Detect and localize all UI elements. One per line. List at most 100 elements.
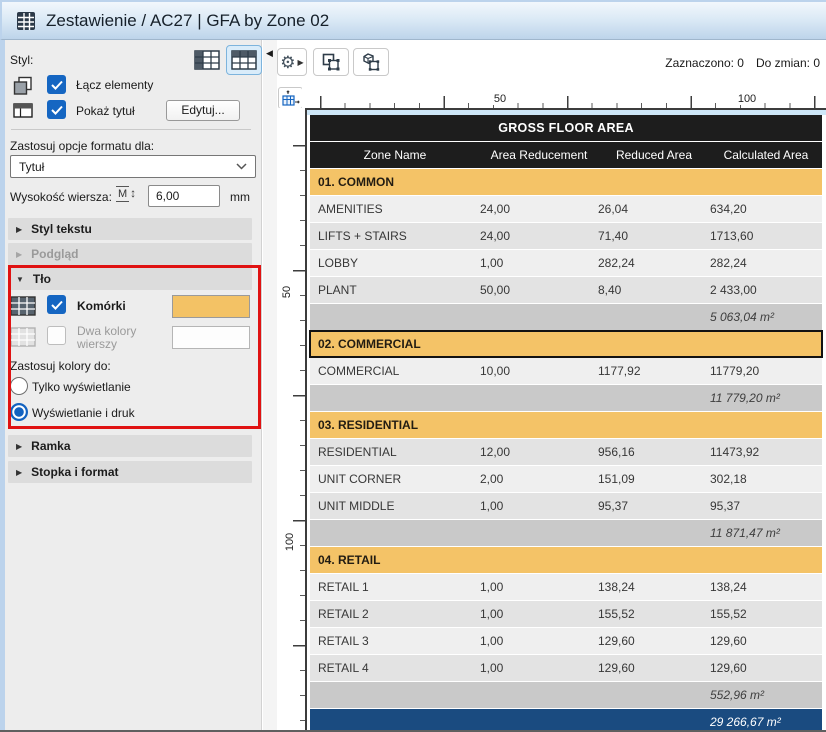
cell: 1,00: [480, 634, 504, 648]
row-height-input[interactable]: 6,00: [148, 185, 220, 207]
scheme-settings-button[interactable]: ⚙ ▶: [277, 48, 307, 76]
table-row[interactable]: UNIT MIDDLE 1,00 95,37 95,37: [310, 493, 822, 519]
section-row[interactable]: 04. RETAIL: [310, 547, 822, 573]
two-colors-line2: wierszy: [77, 337, 118, 351]
table-arrows-icon: [282, 89, 300, 106]
display-only-radio[interactable]: [10, 377, 28, 395]
section-footer-label: Stopka i format: [31, 465, 119, 479]
section-row[interactable]: 03. RESIDENTIAL: [310, 412, 822, 438]
section-background[interactable]: ▼ Tło: [8, 268, 252, 290]
expand-arrow-icon: ▶: [16, 224, 23, 234]
format-target-dropdown[interactable]: Tytuł: [10, 155, 256, 178]
section-label: 02. COMMERCIAL: [318, 337, 421, 351]
cell: 24,00: [480, 202, 511, 216]
table-row[interactable]: RETAIL 2 1,00 155,52 155,52: [310, 601, 822, 627]
cell: 155,52: [598, 607, 635, 621]
section-row[interactable]: 01. COMMON: [310, 169, 822, 195]
section-row-selected[interactable]: 02. COMMERCIAL: [309, 330, 823, 358]
table-row[interactable]: RETAIL 4 1,00 129,60 129,60: [310, 655, 822, 681]
edit-title-button[interactable]: Edytuj...: [166, 100, 240, 121]
cell: 12,00: [480, 445, 511, 459]
horizontal-ruler[interactable]: 50 100: [302, 84, 826, 108]
expand-arrow-icon: ▶: [16, 467, 23, 477]
cell: 1,00: [480, 607, 504, 621]
section-footer[interactable]: ▶ Stopka i format: [8, 461, 252, 483]
cell: 634,20: [710, 202, 747, 216]
cell: 129,60: [710, 634, 747, 648]
table-row[interactable]: LOBBY 1,00 282,24 282,24: [310, 250, 822, 276]
section-preview-label: Podgląd: [31, 247, 79, 261]
vertical-ruler[interactable]: 50 100: [277, 108, 305, 730]
table-header-row[interactable]: Zone Name Area Reducement Reduced Area C…: [310, 142, 822, 168]
grand-total-value: 29 266,67 m²: [710, 715, 781, 729]
expand-arrow-icon: ▶: [16, 441, 23, 451]
cell: RESIDENTIAL: [318, 445, 397, 459]
style-compact-button[interactable]: [189, 45, 225, 75]
cell: 956,16: [598, 445, 635, 459]
section-label: 03. RESIDENTIAL: [318, 418, 419, 432]
cell-color-swatch[interactable]: [172, 295, 250, 318]
caret-right-icon: ▶: [297, 57, 304, 67]
table-row[interactable]: UNIT CORNER 2,00 151,09 302,18: [310, 466, 822, 492]
cell: COMMERCIAL: [318, 364, 400, 378]
schedule-window: Zestawienie / AC27 | GFA by Zone 02 Styl…: [0, 0, 826, 732]
title-bar[interactable]: Zestawienie / AC27 | GFA by Zone 02: [0, 0, 826, 40]
display-print-radio[interactable]: [10, 403, 28, 421]
cell: 71,40: [598, 229, 629, 243]
display-print-label: Wyświetlanie i druk: [32, 406, 135, 420]
collapse-panel-icon[interactable]: ◀: [266, 48, 273, 59]
table-row[interactable]: PLANT 50,00 8,40 2 433,00: [310, 277, 822, 303]
select-elements-icon: [322, 53, 340, 71]
cell: LOBBY: [318, 256, 359, 270]
cell: PLANT: [318, 283, 357, 297]
subtotal-row[interactable]: 552,96 m²: [310, 682, 822, 708]
cells-label: Komórki: [77, 299, 126, 313]
section-text-style[interactable]: ▶ Styl tekstu: [8, 218, 252, 240]
subtotal-row[interactable]: 11 779,20 m²: [310, 385, 822, 411]
ruler-origin-button[interactable]: [278, 87, 303, 109]
ruler-label: 100: [734, 93, 760, 105]
ruler-label: 50: [281, 283, 294, 301]
panel-divider: [11, 129, 251, 130]
cell: 282,24: [710, 256, 747, 270]
section-preview[interactable]: ▶ Podgląd: [8, 243, 252, 265]
editable-count: Do zmian: 0: [755, 56, 820, 70]
grand-total-row[interactable]: 29 266,67 m²: [310, 709, 822, 730]
col-header: Reduced Area: [615, 148, 693, 162]
table-row[interactable]: RESIDENTIAL 12,00 956,16 11473,92: [310, 439, 822, 465]
cell: 282,24: [598, 256, 635, 270]
select-in-3d-icon: [363, 53, 380, 71]
schedule-table-icon: [17, 11, 35, 30]
show-title-checkbox[interactable]: [47, 100, 66, 119]
collapse-arrow-icon: ▼: [16, 274, 24, 284]
two-colors-checkbox[interactable]: [47, 326, 66, 345]
subtotal-row[interactable]: 11 871,47 m²: [310, 520, 822, 546]
table-row[interactable]: RETAIL 1 1,00 138,24 138,24: [310, 574, 822, 600]
selected-count: Zaznaczono: 0: [665, 56, 744, 70]
cells-checkbox[interactable]: [47, 295, 66, 314]
display-only-label: Tylko wyświetlanie: [32, 380, 131, 394]
table-title-row[interactable]: GROSS FLOOR AREA: [310, 115, 822, 141]
table-row[interactable]: RETAIL 3 1,00 129,60 129,60: [310, 628, 822, 654]
chevron-down-icon: [236, 163, 247, 170]
cell: 138,24: [710, 580, 747, 594]
table-row[interactable]: COMMERCIAL 10,00 1177,92 11779,20: [310, 358, 822, 384]
two-colors-grid-icon: [10, 327, 36, 347]
link-elements-checkbox[interactable]: [47, 75, 66, 94]
two-colors-swatch[interactable]: [172, 326, 250, 349]
subtotal-row[interactable]: 5 063,04 m²: [310, 304, 822, 330]
subtotal-value: 11 779,20 m²: [710, 391, 780, 405]
cell: 155,52: [710, 607, 747, 621]
two-colors-line1: Dwa kolory: [77, 324, 137, 338]
table-row[interactable]: AMENITIES 24,00 26,04 634,20: [310, 196, 822, 222]
table-row[interactable]: LIFTS + STAIRS 24,00 71,40 1713,60: [310, 223, 822, 249]
panel-splitter[interactable]: ◀: [263, 40, 277, 730]
cell: 50,00: [480, 283, 511, 297]
cell: 129,60: [598, 634, 635, 648]
select-elements-button[interactable]: [313, 48, 349, 76]
select-in-3d-button[interactable]: [353, 48, 389, 76]
style-header-button[interactable]: [226, 45, 262, 75]
section-frame[interactable]: ▶ Ramka: [8, 435, 252, 457]
cell: 138,24: [598, 580, 635, 594]
subtotal-value: 11 871,47 m²: [710, 526, 780, 540]
